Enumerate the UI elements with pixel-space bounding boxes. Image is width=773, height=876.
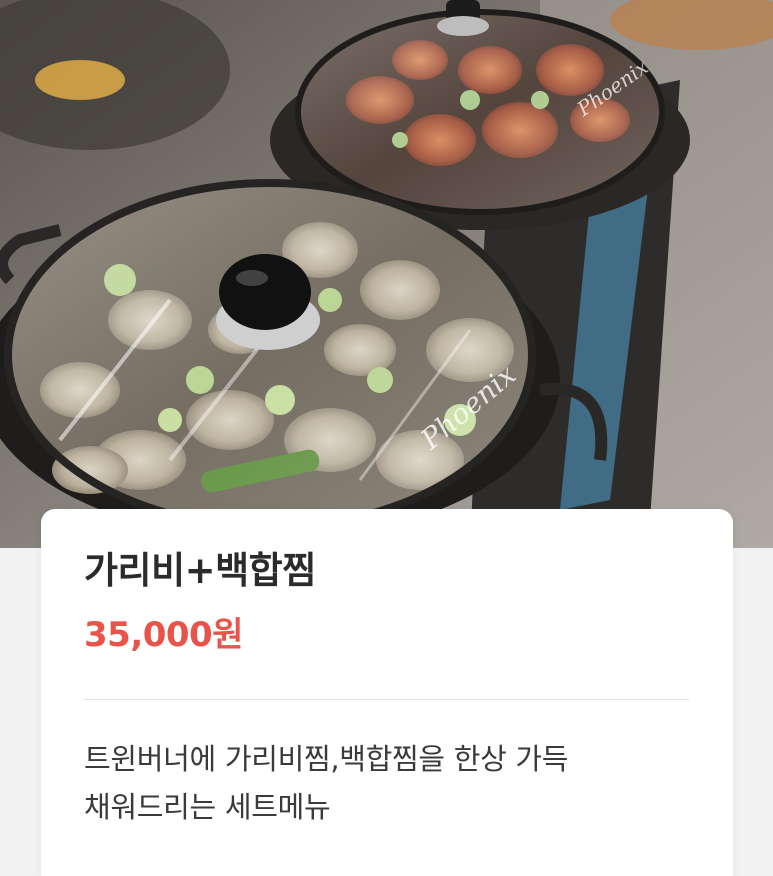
product-description-line-1: 트윈버너에 가리비찜,백합찜을 한상 가득 [84,742,569,776]
product-description: 트윈버너에 가리비찜,백합찜을 한상 가득 채워드리는 세트메뉴 [84,735,694,831]
menu-detail-screen: Phoenix Phoenix 가리비+백합찜 35,000원 트윈버너에 가리… [0,0,773,876]
product-info-card: 가리비+백합찜 35,000원 트윈버너에 가리비찜,백합찜을 한상 가득 채워… [41,509,733,876]
product-photo: Phoenix Phoenix [0,0,773,548]
product-title: 가리비+백합찜 [84,549,316,592]
product-price: 35,000원 [84,615,243,655]
product-description-line-2: 채워드리는 세트메뉴 [84,790,331,824]
card-divider [84,699,690,700]
